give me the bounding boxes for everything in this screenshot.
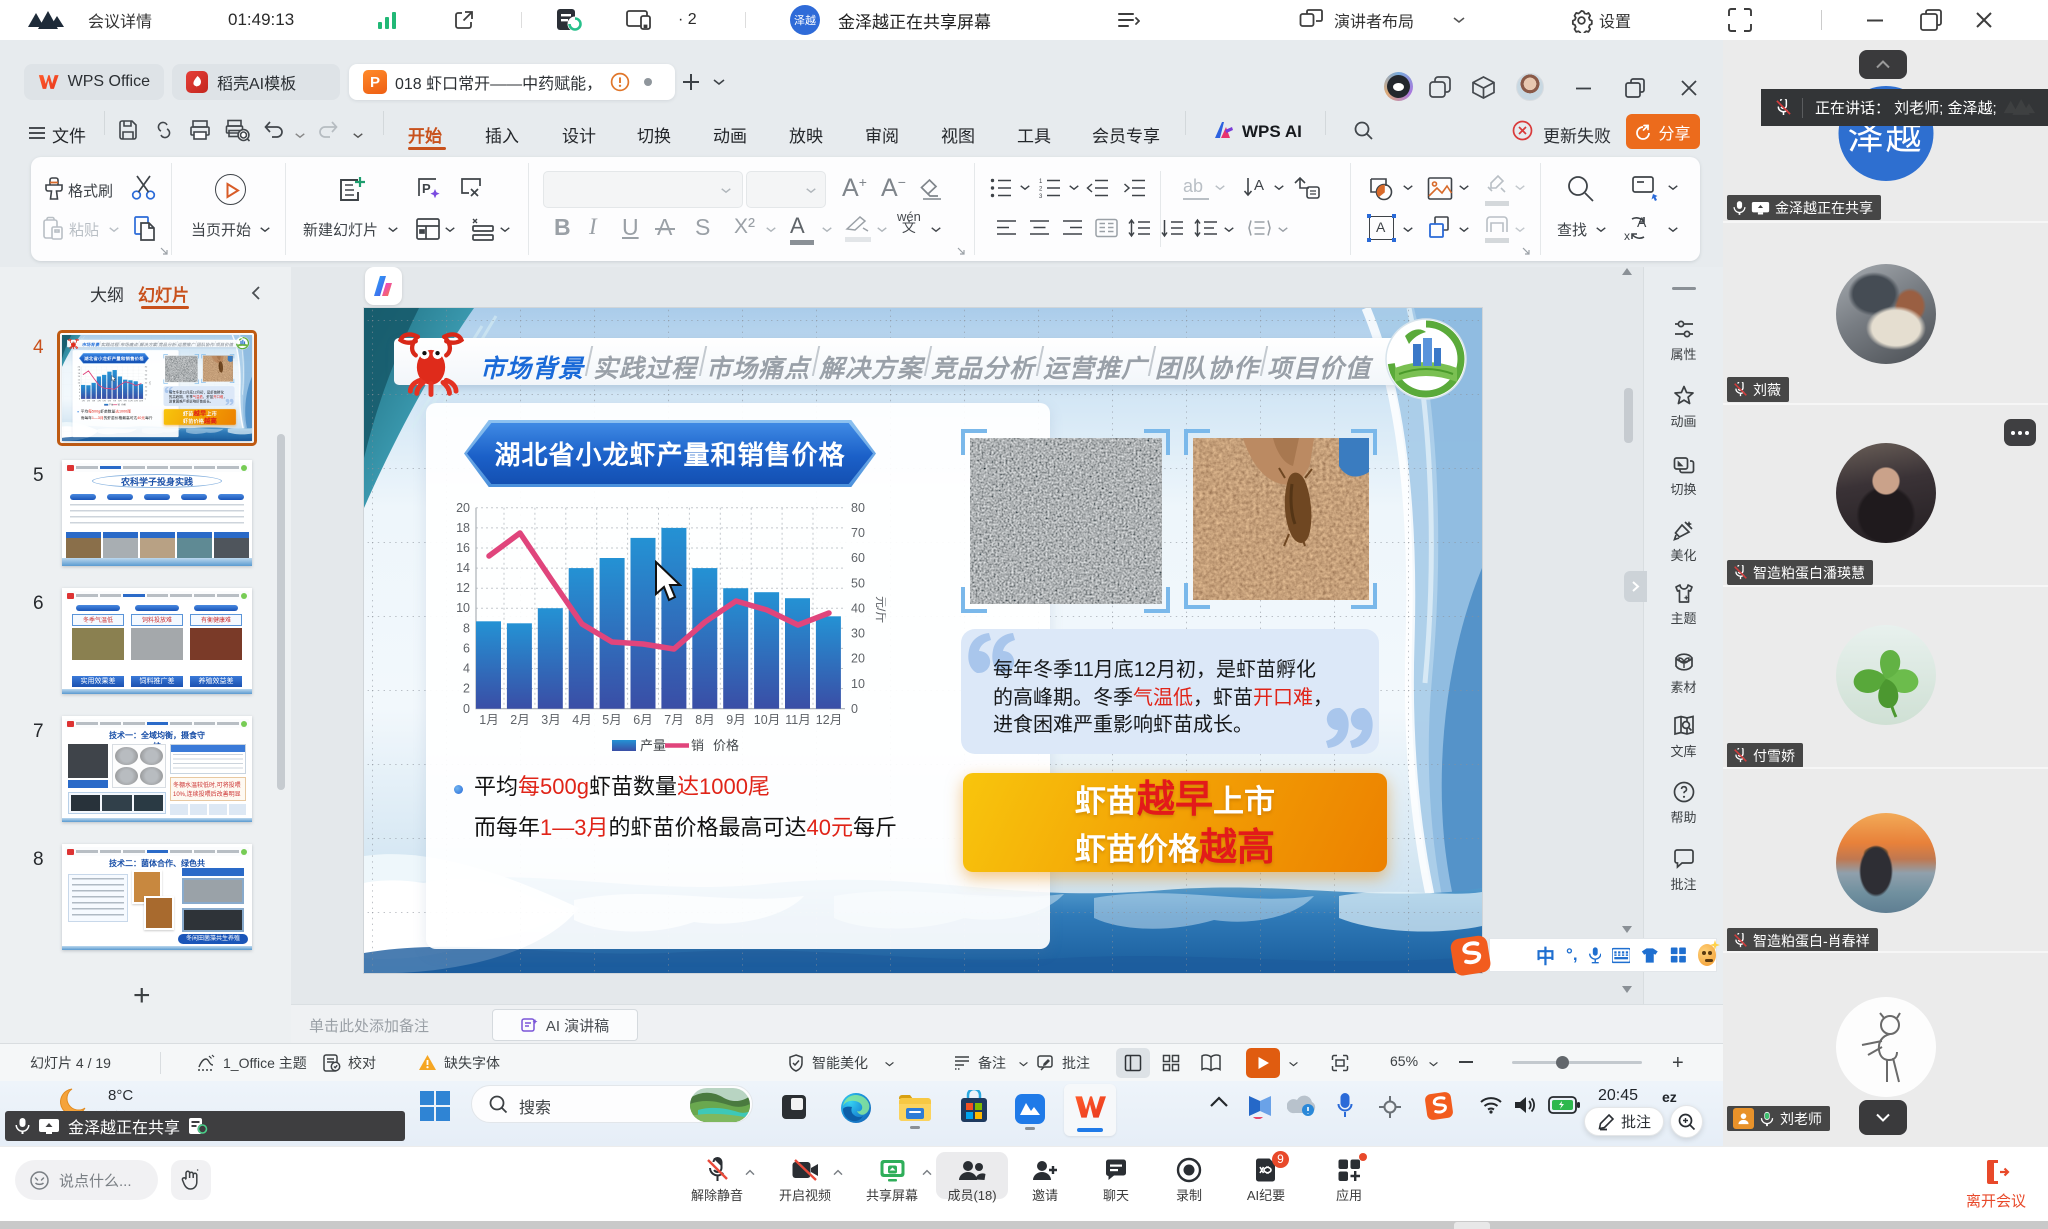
svg-text:10月: 10月 bbox=[754, 713, 780, 727]
svg-text:30: 30 bbox=[145, 387, 148, 389]
svg-text:60: 60 bbox=[851, 551, 865, 565]
svg-text:7月: 7月 bbox=[664, 713, 683, 727]
svg-text:12月: 12月 bbox=[816, 713, 842, 727]
svg-text:60: 60 bbox=[145, 375, 148, 377]
svg-text:40: 40 bbox=[851, 602, 865, 616]
svg-text:1月: 1月 bbox=[479, 713, 498, 727]
svg-text:价格: 价格 bbox=[713, 738, 739, 753]
svg-text:4: 4 bbox=[463, 662, 470, 676]
svg-text:6月: 6月 bbox=[633, 713, 652, 727]
svg-text:5月: 5月 bbox=[103, 398, 106, 402]
svg-text:12月: 12月 bbox=[139, 398, 143, 402]
svg-text:20: 20 bbox=[851, 652, 865, 666]
svg-text:8: 8 bbox=[463, 621, 470, 635]
svg-text:4月: 4月 bbox=[97, 398, 100, 402]
svg-text:销: 销 bbox=[118, 403, 121, 406]
svg-text:3月: 3月 bbox=[541, 713, 560, 727]
svg-text:10: 10 bbox=[145, 395, 148, 397]
svg-text:0: 0 bbox=[145, 399, 147, 401]
svg-text:9月: 9月 bbox=[726, 713, 745, 727]
svg-text:20: 20 bbox=[145, 391, 148, 393]
svg-text:30: 30 bbox=[851, 627, 865, 641]
svg-text:10月: 10月 bbox=[128, 398, 132, 402]
svg-text:14: 14 bbox=[456, 561, 470, 575]
svg-text:6月: 6月 bbox=[108, 398, 111, 402]
svg-text:10: 10 bbox=[78, 383, 81, 385]
svg-text:2: 2 bbox=[79, 395, 81, 397]
svg-text:11月: 11月 bbox=[785, 713, 810, 727]
svg-text:5月: 5月 bbox=[602, 713, 621, 727]
svg-text:0: 0 bbox=[851, 702, 858, 716]
svg-text:产量: 产量 bbox=[640, 738, 666, 753]
svg-text:12: 12 bbox=[78, 379, 81, 381]
svg-text:18: 18 bbox=[78, 370, 81, 372]
svg-text:0: 0 bbox=[463, 702, 470, 716]
svg-text:P: P bbox=[422, 181, 431, 196]
svg-text:20: 20 bbox=[456, 501, 470, 515]
svg-text:6: 6 bbox=[463, 641, 470, 655]
svg-text:12: 12 bbox=[456, 581, 470, 595]
svg-text:元/斤: 元/斤 bbox=[148, 381, 151, 385]
svg-text:2: 2 bbox=[1039, 187, 1043, 193]
svg-text:3: 3 bbox=[1039, 194, 1043, 199]
svg-text:1月: 1月 bbox=[82, 398, 85, 402]
svg-text:1: 1 bbox=[1039, 179, 1043, 185]
svg-text:0: 0 bbox=[79, 399, 81, 401]
svg-text:2月: 2月 bbox=[87, 398, 90, 402]
svg-text:4: 4 bbox=[79, 392, 81, 394]
svg-text:4月: 4月 bbox=[572, 713, 591, 727]
svg-text:价格: 价格 bbox=[121, 403, 126, 406]
svg-text:9月: 9月 bbox=[124, 398, 127, 402]
svg-text:8: 8 bbox=[79, 386, 81, 388]
svg-text:8月: 8月 bbox=[695, 713, 714, 727]
svg-text:50: 50 bbox=[851, 576, 865, 590]
svg-text:10: 10 bbox=[851, 677, 865, 691]
svg-text:18: 18 bbox=[456, 521, 470, 535]
svg-text:50: 50 bbox=[145, 379, 148, 381]
svg-text:3月: 3月 bbox=[92, 398, 95, 402]
svg-text:40: 40 bbox=[145, 383, 148, 385]
svg-text:2月: 2月 bbox=[510, 713, 529, 727]
svg-text:x: x bbox=[1624, 229, 1630, 242]
svg-text:16: 16 bbox=[456, 541, 470, 555]
svg-text:80: 80 bbox=[851, 501, 865, 515]
svg-text:11月: 11月 bbox=[134, 398, 138, 402]
svg-text:14: 14 bbox=[78, 376, 81, 378]
svg-text:80: 80 bbox=[145, 367, 148, 369]
svg-text:7月: 7月 bbox=[113, 398, 116, 402]
svg-text:6: 6 bbox=[79, 389, 81, 391]
svg-text:2: 2 bbox=[463, 682, 470, 696]
svg-text:8月: 8月 bbox=[118, 398, 121, 402]
svg-text:元/斤: 元/斤 bbox=[874, 596, 886, 623]
svg-text:20: 20 bbox=[78, 367, 81, 369]
svg-text:销: 销 bbox=[691, 738, 704, 753]
svg-text:10: 10 bbox=[456, 601, 470, 615]
svg-text:A: A bbox=[1254, 177, 1264, 194]
svg-text:70: 70 bbox=[851, 526, 865, 540]
svg-text:产量: 产量 bbox=[109, 403, 114, 406]
svg-text:16: 16 bbox=[78, 373, 81, 375]
svg-text:70: 70 bbox=[145, 371, 148, 373]
